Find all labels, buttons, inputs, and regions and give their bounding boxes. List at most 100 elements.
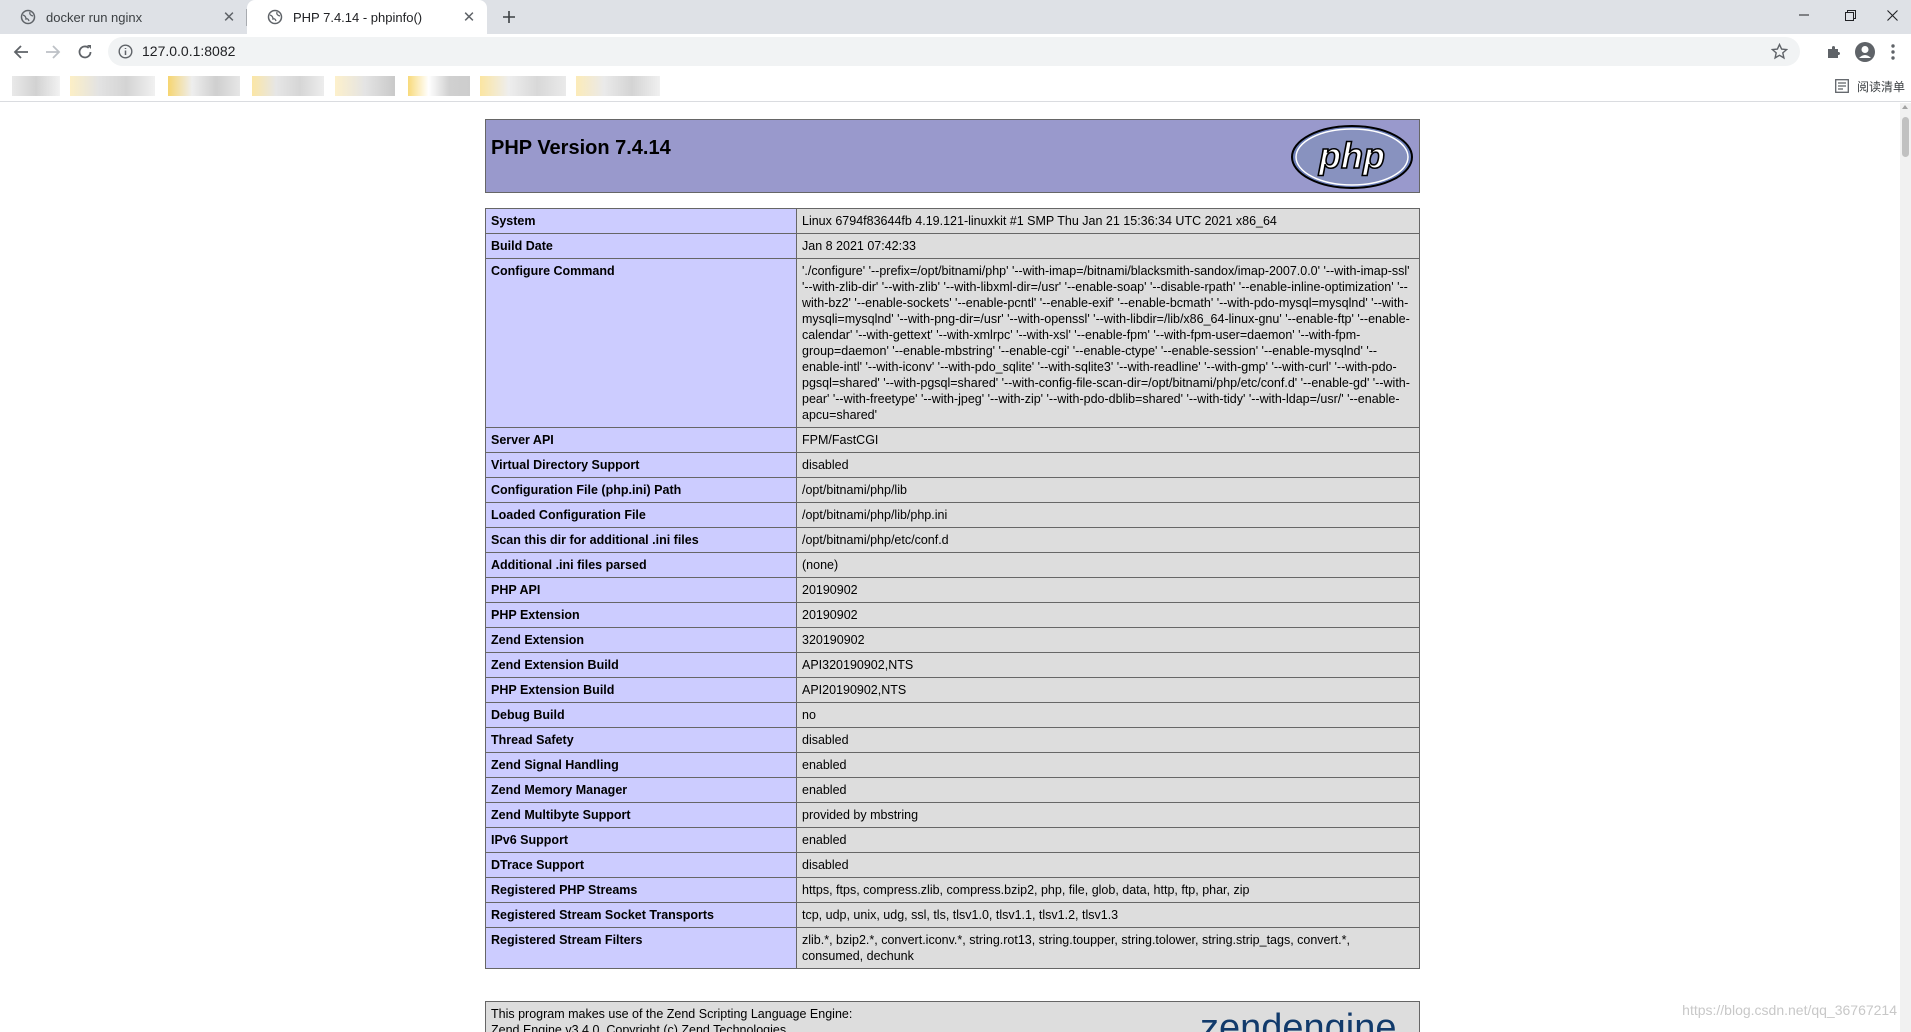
scroll-up-arrow-icon[interactable] (1902, 105, 1908, 109)
row-value: './configure' '--prefix=/opt/bitnami/php… (796, 258, 1420, 428)
page-scrollbar[interactable] (1900, 103, 1911, 1032)
info-icon[interactable] (118, 44, 133, 59)
row-value: provided by mbstring (796, 802, 1420, 828)
row-key: Scan this dir for additional .ini files (485, 527, 797, 553)
table-row: Registered PHP Streams https, ftps, compr… (485, 877, 1420, 903)
row-value: API20190902,NTS (796, 677, 1420, 703)
tab-phpinfo[interactable]: PHP 7.4.14 - phpinfo() ✕ (247, 0, 487, 34)
table-row: Zend Extension 320190902 (485, 627, 1420, 653)
table-row: Configure Command './configure' '--prefix… (485, 258, 1420, 428)
table-row: System Linux 6794f83644fb 4.19.121-linuxk… (485, 208, 1420, 234)
bookmark-item[interactable] (168, 76, 240, 96)
tab-title: docker run nginx (46, 9, 143, 25)
table-row: IPv6 Support enabled (485, 827, 1420, 853)
row-value: https, ftps, compress.zlib, compress.bzi… (796, 877, 1420, 903)
row-key: Zend Extension (485, 627, 797, 653)
row-key: Debug Build (485, 702, 797, 728)
bookmark-item[interactable] (12, 76, 60, 96)
back-button[interactable] (7, 38, 35, 66)
row-value: API320190902,NTS (796, 652, 1420, 678)
table-row: PHP Extension Build API20190902,NTS (485, 677, 1420, 703)
row-value: tcp, udp, unix, udg, ssl, tls, tlsv1.0, … (796, 902, 1420, 928)
zend-note: This program makes use of the Zend Scrip… (491, 1007, 853, 1021)
zend-copyright: Zend Engine v3.4.0, Copyright (c) Zend T… (491, 1023, 787, 1032)
phpinfo-table: System Linux 6794f83644fb 4.19.121-linuxk… (485, 208, 1420, 969)
bookmark-item[interactable] (70, 76, 155, 96)
php-logo-icon: php (1291, 125, 1413, 189)
close-tab-icon[interactable]: ✕ (221, 9, 237, 26)
row-key: Registered Stream Socket Transports (485, 902, 797, 928)
row-key: Zend Extension Build (485, 652, 797, 678)
tab-docker-run-nginx[interactable]: docker run nginx ✕ (0, 0, 247, 34)
zend-logo-text: zendengine (1200, 1007, 1397, 1032)
row-key: Registered PHP Streams (485, 877, 797, 903)
tab-title: PHP 7.4.14 - phpinfo() (293, 9, 423, 25)
table-row: Debug Build no (485, 702, 1420, 728)
bookmark-item[interactable] (576, 76, 660, 96)
zend-section: This program makes use of the Zend Scrip… (485, 1001, 1420, 1032)
reload-icon (78, 45, 92, 59)
row-key: Zend Memory Manager (485, 777, 797, 803)
bookmark-item[interactable] (408, 76, 470, 96)
globe-icon (267, 9, 283, 25)
bookmark-item[interactable] (252, 76, 324, 96)
row-value: Linux 6794f83644fb 4.19.121-linuxkit #1 … (796, 208, 1420, 234)
table-row: Thread Safety disabled (485, 727, 1420, 753)
reading-list-icon (1835, 79, 1849, 93)
row-key: Loaded Configuration File (485, 502, 797, 528)
row-value: zlib.*, bzip2.*, convert.iconv.*, string… (796, 927, 1420, 969)
close-window-button[interactable] (1873, 0, 1911, 30)
row-value: 320190902 (796, 627, 1420, 653)
row-value: no (796, 702, 1420, 728)
url-text[interactable]: 127.0.0.1:8082 (142, 43, 235, 59)
row-key: Zend Signal Handling (485, 752, 797, 778)
forward-button[interactable] (39, 38, 67, 66)
row-value: enabled (796, 827, 1420, 853)
extensions-button[interactable] (1824, 42, 1844, 62)
bookmark-item[interactable] (335, 76, 395, 96)
browser-toolbar: 127.0.0.1:8082 (0, 34, 1911, 70)
bookmark-item[interactable] (480, 76, 566, 96)
row-value: FPM/FastCGI (796, 427, 1420, 453)
table-row: Zend Signal Handling enabled (485, 752, 1420, 778)
reload-button[interactable] (71, 38, 99, 66)
row-value: disabled (796, 452, 1420, 478)
table-row: PHP Extension 20190902 (485, 602, 1420, 628)
row-value: disabled (796, 852, 1420, 878)
page-viewport: PHP Version 7.4.14 php System Linux 6794f… (0, 103, 1900, 1032)
table-row: DTrace Support disabled (485, 852, 1420, 878)
profile-button[interactable] (1855, 42, 1875, 62)
row-value: 20190902 (796, 602, 1420, 628)
row-key: PHP API (485, 577, 797, 603)
arrow-right-icon (46, 45, 61, 59)
row-value: /opt/bitnami/php/lib/php.ini (796, 502, 1420, 528)
row-key: Additional .ini files parsed (485, 552, 797, 578)
table-row: Zend Extension Build API320190902,NTS (485, 652, 1420, 678)
restore-icon (1844, 9, 1856, 21)
close-tab-icon[interactable]: ✕ (461, 9, 477, 26)
address-bar[interactable]: 127.0.0.1:8082 (108, 37, 1800, 66)
row-key: DTrace Support (485, 852, 797, 878)
table-row: Configuration File (php.ini) Path/opt/bi… (485, 477, 1420, 503)
new-tab-button[interactable] (496, 4, 522, 30)
row-value: disabled (796, 727, 1420, 753)
table-row: Build Date Jan 8 2021 07:42:33 (485, 233, 1420, 259)
reading-list-button[interactable]: 阅读清单 (1835, 76, 1905, 96)
table-row: Server API FPM/FastCGI (485, 427, 1420, 453)
table-row: Registered Stream Socket Transports tcp, … (485, 902, 1420, 928)
row-value: (none) (796, 552, 1420, 578)
scrollbar-thumb[interactable] (1902, 117, 1909, 157)
plus-icon (503, 11, 515, 23)
minimize-button[interactable] (1781, 0, 1827, 30)
star-icon[interactable] (1771, 43, 1788, 60)
table-row: Virtual Directory Support disabled (485, 452, 1420, 478)
watermark: https://blog.csdn.net/qq_36767214 (1682, 1002, 1897, 1018)
table-row: Loaded Configuration File/opt/bitnami/ph… (485, 502, 1420, 528)
avatar-icon (1855, 42, 1875, 62)
restore-button[interactable] (1827, 0, 1873, 30)
more-vertical-icon (1891, 44, 1895, 60)
menu-button[interactable] (1886, 42, 1900, 62)
minimize-icon (1799, 14, 1809, 16)
row-value: Jan 8 2021 07:42:33 (796, 233, 1420, 259)
row-key: Registered Stream Filters (485, 927, 797, 969)
